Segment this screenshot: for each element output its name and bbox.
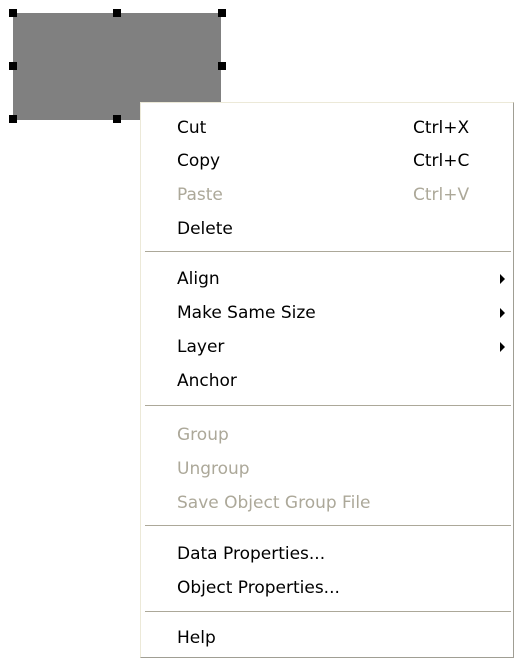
menu-separator xyxy=(145,611,511,612)
menu-separator xyxy=(145,405,511,406)
menu-item-delete[interactable]: Delete xyxy=(141,213,513,245)
menu-item-label: Copy xyxy=(177,151,221,171)
menu-item-label: Ungroup xyxy=(177,459,250,479)
menu-item-label: Object Properties... xyxy=(177,578,340,598)
menu-item-label: Cut xyxy=(177,118,207,138)
selection-handle-bottom-left[interactable] xyxy=(9,115,17,123)
design-canvas[interactable]: Cut Ctrl+X Copy Ctrl+C Paste Ctrl+V Dele… xyxy=(0,0,516,662)
menu-item-data-properties[interactable]: Data Properties... xyxy=(141,538,513,570)
menu-item-label: Delete xyxy=(177,219,233,239)
selection-handle-top-left[interactable] xyxy=(9,9,17,17)
selection-handle-top-right[interactable] xyxy=(218,9,226,17)
menu-item-help[interactable]: Help xyxy=(141,622,513,654)
menu-item-shortcut: Ctrl+V xyxy=(413,185,470,205)
menu-item-paste: Paste Ctrl+V xyxy=(141,179,513,211)
menu-item-anchor[interactable]: Anchor xyxy=(141,365,513,397)
menu-item-shortcut: Ctrl+X xyxy=(413,118,470,138)
menu-item-ungroup: Ungroup xyxy=(141,453,513,485)
menu-item-label: Make Same Size xyxy=(177,303,316,323)
menu-item-group: Group xyxy=(141,419,513,451)
selection-handle-middle-left[interactable] xyxy=(9,62,17,70)
menu-item-layer[interactable]: Layer xyxy=(141,331,513,363)
menu-item-shortcut: Ctrl+C xyxy=(413,151,470,171)
menu-item-label: Help xyxy=(177,628,216,648)
menu-separator xyxy=(145,525,511,526)
menu-item-label: Anchor xyxy=(177,371,237,391)
submenu-arrow-icon xyxy=(500,308,505,318)
menu-item-save-object-group-file: Save Object Group File xyxy=(141,487,513,519)
submenu-arrow-icon xyxy=(500,342,505,352)
context-menu: Cut Ctrl+X Copy Ctrl+C Paste Ctrl+V Dele… xyxy=(140,102,514,658)
submenu-arrow-icon xyxy=(500,274,505,284)
menu-item-label: Paste xyxy=(177,185,223,205)
menu-item-make-same-size[interactable]: Make Same Size xyxy=(141,297,513,329)
menu-item-label: Group xyxy=(177,425,229,445)
menu-item-label: Layer xyxy=(177,337,225,357)
selection-handle-top-middle[interactable] xyxy=(113,9,121,17)
menu-item-label: Align xyxy=(177,269,220,289)
menu-item-label: Data Properties... xyxy=(177,544,326,564)
menu-item-cut[interactable]: Cut Ctrl+X xyxy=(141,112,513,144)
selection-handle-middle-right[interactable] xyxy=(218,62,226,70)
menu-separator xyxy=(145,251,511,252)
menu-item-label: Save Object Group File xyxy=(177,493,371,513)
selection-handle-bottom-middle[interactable] xyxy=(113,115,121,123)
menu-item-copy[interactable]: Copy Ctrl+C xyxy=(141,145,513,177)
menu-item-object-properties[interactable]: Object Properties... xyxy=(141,572,513,604)
menu-item-align[interactable]: Align xyxy=(141,263,513,295)
